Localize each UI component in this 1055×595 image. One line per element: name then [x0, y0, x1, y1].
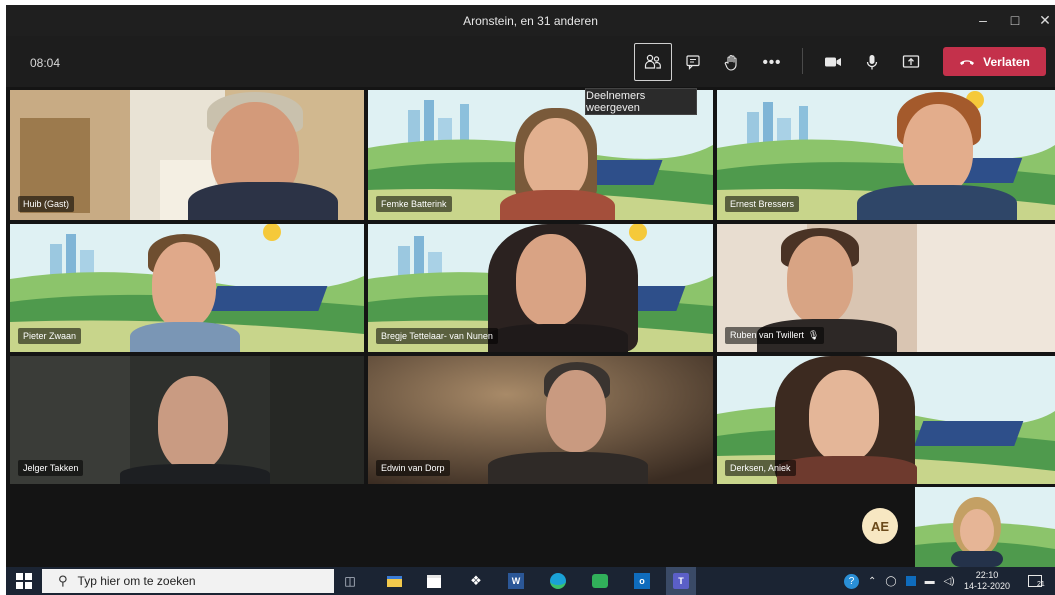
participant-name: Ruben van Twillert 🎙︎: [725, 327, 825, 344]
participant-name: Jelger Takken: [18, 460, 84, 476]
outlook-tray-icon[interactable]: [905, 576, 916, 586]
help-icon[interactable]: ?: [844, 573, 859, 589]
task-view-icon[interactable]: ◫: [340, 571, 360, 591]
chevron-up-icon[interactable]: ⌃: [868, 576, 876, 587]
notification-count: 21: [1037, 581, 1045, 588]
minimize-icon[interactable]: –: [966, 5, 1000, 36]
participant-name: Huib (Gast): [18, 196, 75, 212]
meeting-controls-bar: 08:04 ••• Verlaten: [6, 36, 1055, 87]
window-title: Aronstein, en 31 anderen: [463, 14, 598, 28]
participant-name: Derksen, Aniek: [725, 460, 796, 476]
dropbox-icon[interactable]: ❖: [466, 571, 486, 591]
teams-meeting-window: Aronstein, en 31 anderen – □ ✕ 08:04 •••…: [0, 0, 1055, 595]
participant-tile[interactable]: Ruben van Twillert 🎙︎: [717, 224, 1055, 352]
participant-tile[interactable]: Derksen, Aniek: [717, 356, 1055, 484]
search-placeholder: Typ hier om te zoeken: [77, 574, 196, 588]
mic-muted-icon: 🎙︎: [807, 330, 820, 340]
taskbar-clock[interactable]: 22:10 14-12-2020: [964, 570, 1010, 592]
participant-tile[interactable]: Jelger Takken: [10, 356, 364, 484]
more-options-button[interactable]: •••: [753, 43, 791, 81]
self-view-video[interactable]: [915, 487, 1055, 567]
notification-center-icon[interactable]: 21: [1028, 567, 1045, 595]
search-icon: ⚲: [58, 573, 68, 588]
chat-icon: [686, 55, 700, 70]
file-explorer-icon[interactable]: [384, 571, 404, 591]
overflow-participant-avatar[interactable]: AE: [862, 508, 898, 544]
taskbar-search-box[interactable]: ⚲ Typ hier om te zoeken: [42, 569, 334, 593]
chat-button[interactable]: [674, 43, 712, 81]
word-icon[interactable]: W: [506, 571, 526, 591]
app-icon[interactable]: [590, 571, 610, 591]
raise-hand-button[interactable]: [713, 43, 751, 81]
leave-label: Verlaten: [983, 54, 1030, 69]
clock-time: 22:10: [975, 570, 999, 580]
store-icon[interactable]: [424, 571, 444, 591]
video-stage: Huib (Gast) Femke Batterink Ernest Bress…: [6, 87, 1055, 567]
leave-button[interactable]: Verlaten: [943, 47, 1046, 76]
camera-icon: [825, 57, 841, 67]
windows-start-icon[interactable]: [16, 573, 32, 589]
share-icon: [902, 55, 920, 68]
participant-name: Ernest Bressers: [725, 196, 800, 212]
participant-tile[interactable]: Bregje Tettelaar- van Nunen: [368, 224, 713, 352]
toolbar-divider: [802, 48, 803, 74]
teams-icon[interactable]: T: [666, 567, 696, 595]
participant-tile[interactable]: Huib (Gast): [10, 90, 364, 220]
landscape-background: [915, 487, 1055, 567]
windows-taskbar: ⚲ Typ hier om te zoeken ◫ ❖ W o T ? ⌃ ◯ …: [6, 567, 1055, 595]
camera-button[interactable]: [814, 43, 852, 81]
maximize-icon[interactable]: □: [998, 5, 1032, 36]
close-icon[interactable]: ✕: [1028, 5, 1055, 36]
participant-tile[interactable]: Pieter Zwaan: [10, 224, 364, 352]
meeting-timer: 08:04: [30, 56, 61, 70]
battery-icon[interactable]: ▬: [925, 576, 935, 587]
participants-button[interactable]: [634, 43, 672, 81]
app-tray-icon[interactable]: ◯: [885, 576, 896, 587]
raise-hand-icon: [724, 54, 737, 71]
participants-tooltip: Deelnemers weergeven: [585, 88, 697, 115]
participant-tile[interactable]: Ernest Bressers: [717, 90, 1055, 220]
participants-icon: [644, 54, 661, 69]
microphone-button[interactable]: [853, 43, 891, 81]
window-title-bar: Aronstein, en 31 anderen – □ ✕: [6, 5, 1055, 36]
participant-name: Edwin van Dorp: [376, 460, 450, 476]
volume-icon[interactable]: ◁): [944, 576, 955, 587]
edge-icon[interactable]: [548, 571, 568, 591]
mic-icon: [866, 54, 878, 69]
outlook-icon[interactable]: o: [632, 571, 652, 591]
system-tray: ? ⌃ ◯ ▬ ◁): [844, 567, 955, 595]
more-icon: •••: [762, 53, 782, 71]
share-screen-button[interactable]: [892, 43, 930, 81]
hang-up-icon: [960, 59, 975, 65]
participant-name: Pieter Zwaan: [18, 328, 82, 344]
clock-date: 14-12-2020: [964, 581, 1011, 591]
participant-tile[interactable]: Edwin van Dorp: [368, 356, 713, 484]
participant-name: Bregje Tettelaar- van Nunen: [376, 328, 498, 344]
participant-name: Femke Batterink: [376, 196, 452, 212]
